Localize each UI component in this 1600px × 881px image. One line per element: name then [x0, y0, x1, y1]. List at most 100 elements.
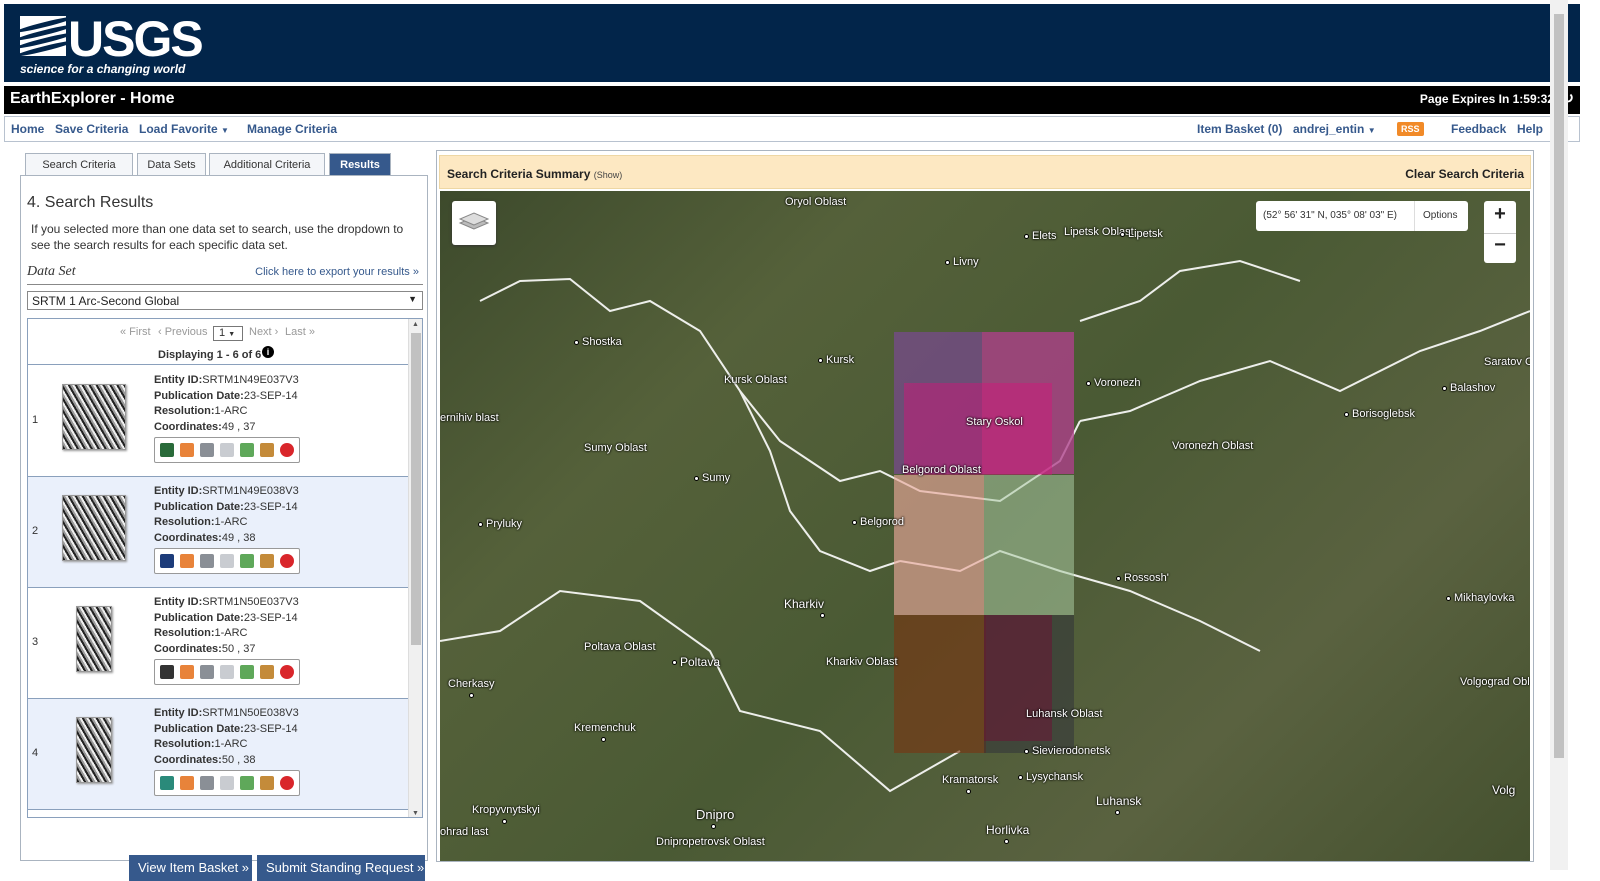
nav-feedback[interactable]: Feedback	[1451, 122, 1506, 136]
scroll-down-icon[interactable]: ▼	[412, 810, 419, 817]
map-label: Livny	[945, 257, 979, 268]
export-results-link[interactable]: Click here to export your results »	[255, 266, 419, 278]
zoom-out-button[interactable]: −	[1484, 233, 1516, 257]
footprint-icon[interactable]	[160, 665, 174, 679]
usgs-logo[interactable]: USGS science for a changing world	[18, 11, 204, 78]
tab-search-criteria[interactable]: Search Criteria	[25, 153, 133, 175]
compare-icon[interactable]	[200, 554, 214, 568]
result-thumbnail[interactable]	[62, 495, 126, 561]
info-icon[interactable]: i	[262, 346, 274, 358]
browse-overlay-icon[interactable]	[180, 554, 194, 568]
search-criteria-summary: Search Criteria Summary (Show) Clear Sea…	[439, 155, 1531, 189]
map-label: Dnipropetrovsk Oblast	[656, 836, 765, 848]
view-item-basket-button[interactable]: View Item Basket »	[129, 855, 252, 881]
browse-overlay-icon[interactable]	[180, 443, 194, 457]
footprint-overlay	[894, 475, 984, 615]
compare-icon[interactable]	[200, 443, 214, 457]
map-label: Volgograd Oblast	[1460, 676, 1530, 688]
submit-standing-request-button[interactable]: Submit Standing Request »	[257, 855, 425, 881]
compare-icon[interactable]	[200, 665, 214, 679]
map-label-text: Lipetsk	[1128, 228, 1163, 240]
clear-search-criteria-link[interactable]: Clear Search Criteria	[1405, 167, 1524, 181]
nav-home[interactable]: Home	[11, 122, 44, 136]
results-scrollbar[interactable]: ▲ ▼	[408, 319, 422, 817]
tab-additional-criteria[interactable]: Additional Criteria	[209, 153, 325, 175]
map-label: Belgorod	[852, 517, 904, 528]
nav-load-favorite[interactable]: Load Favorite ▼	[139, 122, 229, 136]
entity-label: Entity ID:	[154, 596, 203, 608]
footprint-icon[interactable]	[160, 554, 174, 568]
map-label: Saratov Oblast	[1484, 356, 1530, 368]
metadata-icon[interactable]	[220, 443, 234, 457]
download-icon[interactable]	[240, 665, 254, 679]
city-dot	[1114, 810, 1120, 816]
browse-overlay-icon[interactable]	[180, 776, 194, 790]
nav-save-criteria[interactable]: Save Criteria	[55, 122, 128, 136]
layers-button[interactable]	[452, 201, 496, 245]
dataset-label: Data Set	[27, 264, 76, 279]
page-scrollbar-thumb[interactable]	[1554, 14, 1564, 758]
result-thumbnail[interactable]	[76, 717, 112, 783]
exclude-icon[interactable]	[280, 776, 294, 790]
pager-previous[interactable]: ‹ Previous	[158, 326, 208, 338]
tab-data-sets[interactable]: Data Sets	[137, 153, 206, 175]
metadata-icon[interactable]	[220, 665, 234, 679]
footprint-icon[interactable]	[160, 443, 174, 457]
map-label: Elets	[1024, 231, 1056, 242]
map-label-text: Kremenchuk	[574, 722, 636, 734]
footprint-overlay	[894, 615, 986, 753]
footprint-icon[interactable]	[160, 776, 174, 790]
page-scrollbar[interactable]	[1550, 0, 1568, 870]
summary-show-link[interactable]: (Show)	[594, 170, 623, 180]
exclude-icon[interactable]	[280, 554, 294, 568]
pubdate-label: Publication Date:	[154, 611, 244, 624]
download-icon[interactable]	[240, 554, 254, 568]
pager-next[interactable]: Next ›	[249, 326, 278, 338]
map-label-text: Dnipro	[696, 807, 735, 822]
zoom-in-button[interactable]: +	[1484, 203, 1516, 226]
scrollbar-thumb[interactable]	[411, 333, 421, 645]
city-dot	[1024, 748, 1029, 754]
publication-date: 23-SEP-14	[243, 500, 298, 513]
result-thumbnail[interactable]	[62, 384, 126, 450]
nav-user-menu[interactable]: andrej_entin ▼	[1293, 122, 1376, 136]
tab-results[interactable]: Results	[329, 153, 391, 175]
exclude-icon[interactable]	[280, 665, 294, 679]
nav-item-basket[interactable]: Item Basket (0)	[1197, 122, 1282, 136]
metadata-icon[interactable]	[220, 776, 234, 790]
map-panel: Search Criteria Summary (Show) Clear Sea…	[436, 150, 1534, 862]
dataset-select[interactable]: SRTM 1 Arc-Second Global ▼	[27, 291, 423, 310]
download-icon[interactable]	[240, 776, 254, 790]
map-options-button[interactable]: Options	[1414, 201, 1468, 231]
divider	[27, 284, 423, 285]
download-icon[interactable]	[240, 443, 254, 457]
rss-icon[interactable]: RSS	[1397, 122, 1424, 136]
compare-icon[interactable]	[200, 776, 214, 790]
map-canvas[interactable]: Oryol Oblast Elets Lipetsk Oblast Lipets…	[440, 191, 1530, 861]
map-label-text: Sievierodonetsk	[1032, 745, 1111, 757]
metadata-icon[interactable]	[220, 554, 234, 568]
pubdate-label: Publication Date:	[154, 389, 244, 402]
map-label-text: Balashov	[1450, 382, 1496, 394]
page-number-select[interactable]: 1 ▼	[213, 326, 243, 341]
nav-manage-criteria[interactable]: Manage Criteria	[247, 122, 337, 136]
map-label-text: Pryluky	[486, 518, 523, 530]
map-label: Poltava Oblast	[584, 641, 656, 653]
entity-id: SRTM1N49E037V3	[202, 374, 299, 386]
browse-overlay-icon[interactable]	[180, 665, 194, 679]
order-icon[interactable]	[260, 554, 274, 568]
order-icon[interactable]	[260, 665, 274, 679]
scroll-up-icon[interactable]: ▲	[412, 321, 419, 328]
nav-help[interactable]: Help	[1517, 122, 1543, 136]
coords-label: Coordinates:	[154, 531, 222, 544]
zoom-control: + −	[1484, 201, 1516, 263]
exclude-icon[interactable]	[280, 443, 294, 457]
pager-first[interactable]: « First	[120, 326, 151, 338]
result-number: 4	[32, 747, 39, 759]
map-label-text: Lysychansk	[1026, 771, 1084, 783]
pager-last[interactable]: Last »	[285, 326, 315, 338]
city-dot	[1120, 231, 1125, 237]
order-icon[interactable]	[260, 776, 274, 790]
result-thumbnail[interactable]	[76, 606, 112, 672]
order-icon[interactable]	[260, 443, 274, 457]
